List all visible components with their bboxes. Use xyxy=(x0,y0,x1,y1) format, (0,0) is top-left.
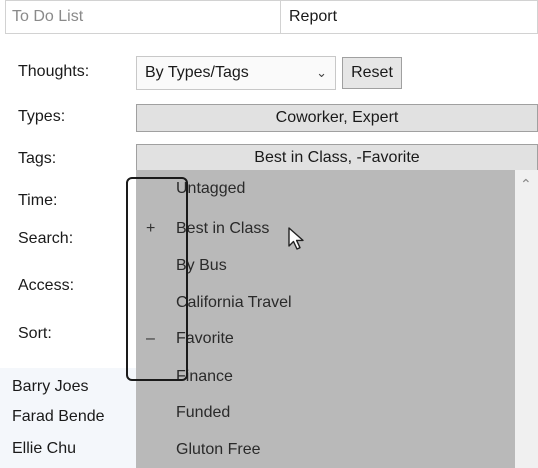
tab-to-do-list[interactable]: To Do List xyxy=(5,0,281,34)
tags-label: Tags: xyxy=(18,150,57,167)
reset-button-label: Reset xyxy=(351,64,393,81)
dropdown-item-funded[interactable]: Funded xyxy=(176,404,230,422)
dropdown-item-gluton-free[interactable]: Gluton Free xyxy=(176,441,260,459)
tags-value: Best in Class, -Favorite xyxy=(254,149,420,166)
reset-button[interactable]: Reset xyxy=(342,57,402,89)
thoughts-label: Thoughts: xyxy=(18,63,90,80)
thoughts-select-value: By Types/Tags xyxy=(145,64,249,81)
time-label: Time: xyxy=(18,192,58,209)
access-label: Access: xyxy=(18,277,75,294)
tab-to-do-list-label: To Do List xyxy=(12,8,84,25)
tab-report[interactable]: Report xyxy=(281,0,538,34)
mouse-pointer-icon xyxy=(287,226,309,257)
list-item[interactable]: Barry Joes xyxy=(12,378,88,396)
list-item[interactable]: Ellie Chu xyxy=(12,440,76,458)
dropdown-item-best-in-class[interactable]: Best in Class xyxy=(176,220,269,238)
chevron-up-icon[interactable]: ⌃ xyxy=(520,176,532,193)
chevron-down-icon: ⌄ xyxy=(316,65,327,80)
types-label: Types: xyxy=(18,108,66,125)
tags-dropdown-list xyxy=(136,170,538,468)
search-label: Search: xyxy=(18,230,74,247)
types-value: Coworker, Expert xyxy=(275,109,399,126)
types-button[interactable]: Coworker, Expert xyxy=(136,104,538,132)
sort-label: Sort: xyxy=(18,325,52,342)
marks-highlight-box xyxy=(126,177,188,381)
thoughts-select[interactable]: By Types/Tags ⌄ xyxy=(136,56,336,90)
dropdown-item-california-travel[interactable]: California Travel xyxy=(176,294,292,312)
list-item[interactable]: Farad Bende xyxy=(12,408,105,426)
tab-report-label: Report xyxy=(289,8,338,25)
tags-button[interactable]: Best in Class, -Favorite xyxy=(136,144,538,172)
scrollbar[interactable] xyxy=(515,170,538,468)
